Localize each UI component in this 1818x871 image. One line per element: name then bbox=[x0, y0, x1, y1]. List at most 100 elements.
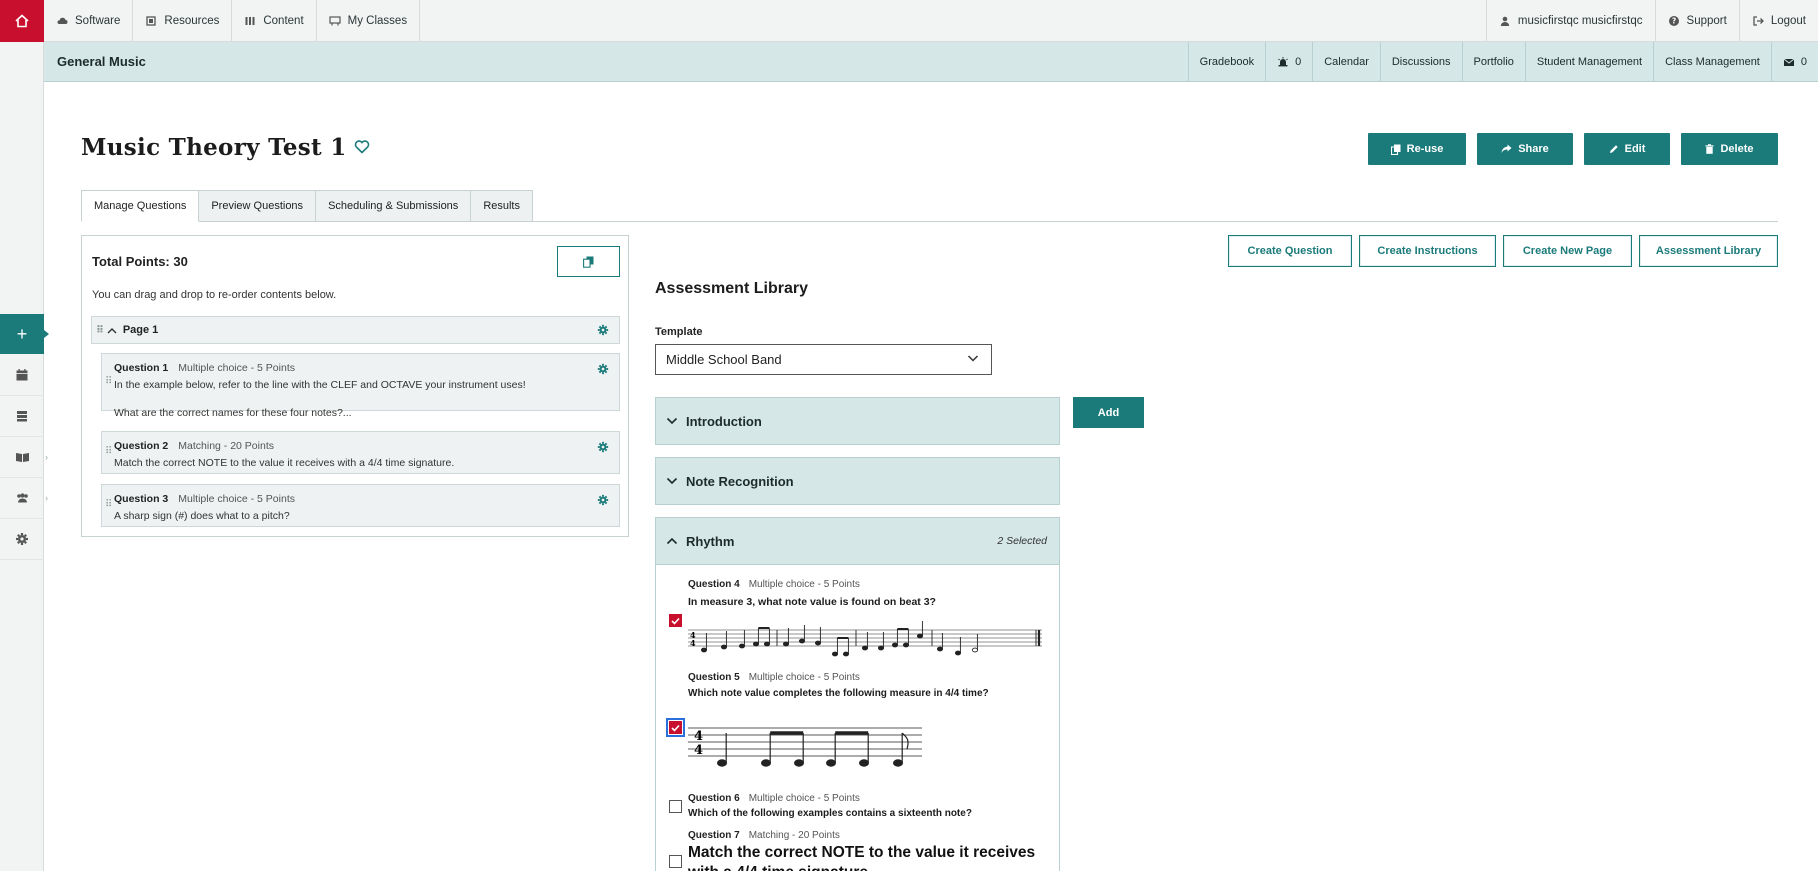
sidebar-library[interactable]: › bbox=[0, 437, 48, 478]
list-icon bbox=[17, 411, 27, 422]
chevron-up-icon[interactable] bbox=[107, 327, 117, 334]
heart-icon bbox=[354, 140, 370, 154]
question-6-checkbox[interactable] bbox=[669, 800, 682, 813]
classnav-gradebook-label: Gradebook bbox=[1199, 56, 1255, 68]
question-meta: Multiple choice - 5 Points bbox=[748, 672, 860, 683]
template-select[interactable]: Middle School Band bbox=[655, 344, 992, 375]
question-number: Question 5 bbox=[688, 672, 740, 683]
topnav-content[interactable]: Content bbox=[232, 0, 317, 42]
logout-label: Logout bbox=[1770, 15, 1806, 27]
section-introduction[interactable]: Introduction bbox=[655, 397, 1060, 445]
question-4-checkbox[interactable] bbox=[669, 614, 682, 627]
sidebar-add-button[interactable]: + bbox=[0, 314, 49, 354]
gear-icon[interactable] bbox=[597, 324, 609, 336]
classnav-calendar[interactable]: Calendar bbox=[1312, 42, 1380, 82]
question-header: Question 4 Multiple choice - 5 Points bbox=[688, 579, 860, 590]
add-button[interactable]: Add bbox=[1073, 397, 1144, 428]
sidebar-calendar[interactable] bbox=[0, 355, 44, 396]
tab-preview-questions[interactable]: Preview Questions bbox=[199, 190, 317, 222]
question-text-line: In the example below, refer to the line … bbox=[114, 379, 526, 391]
logout-icon bbox=[1753, 16, 1764, 26]
logout-link[interactable]: Logout bbox=[1738, 0, 1818, 42]
page-1-row[interactable]: ⠿ Page 1 bbox=[91, 316, 620, 344]
section-rhythm[interactable]: Rhythm 2 Selected bbox=[655, 517, 1060, 565]
classnav-class-management[interactable]: Class Management bbox=[1653, 42, 1771, 82]
classnav-messages[interactable]: 0 bbox=[1770, 42, 1818, 82]
share-button[interactable]: Share bbox=[1477, 133, 1573, 165]
topnav-resources[interactable]: Resources bbox=[133, 0, 233, 42]
selected-count: 2 Selected bbox=[997, 535, 1047, 547]
classnav-alerts[interactable]: 0 bbox=[1265, 42, 1312, 82]
checkmark-icon bbox=[671, 617, 680, 625]
classnav-discussions[interactable]: Discussions bbox=[1379, 42, 1462, 82]
tab-bar: Manage Questions Preview Questions Sched… bbox=[81, 190, 533, 222]
assessment-library-button[interactable]: Assessment Library bbox=[1639, 235, 1778, 267]
create-instructions-button[interactable]: Create Instructions bbox=[1359, 235, 1496, 267]
checkmark-icon bbox=[671, 724, 680, 732]
question-card[interactable]: ⠿ Question 1 Multiple choice - 5 Points I… bbox=[101, 353, 620, 419]
question-7-checkbox[interactable] bbox=[669, 855, 682, 868]
left-sidebar: + › › bbox=[0, 42, 49, 871]
create-question-button[interactable]: Create Question bbox=[1228, 235, 1352, 267]
drag-handle-icon[interactable]: ⠿ bbox=[105, 376, 112, 387]
classnav-discussions-label: Discussions bbox=[1391, 56, 1451, 68]
copy-button[interactable] bbox=[557, 246, 620, 277]
drag-handle-icon[interactable]: ⠿ bbox=[96, 325, 104, 336]
trash-icon bbox=[1705, 144, 1714, 154]
gear-icon[interactable] bbox=[597, 494, 609, 506]
question-header: Question 1 Multiple choice - 5 Points bbox=[114, 362, 295, 374]
classnav-calendar-label: Calendar bbox=[1324, 56, 1369, 68]
drag-handle-icon[interactable]: ⠿ bbox=[105, 446, 112, 457]
envelope-icon bbox=[1783, 58, 1795, 66]
support-link[interactable]: ? Support bbox=[1654, 0, 1739, 42]
topnav-my-classes[interactable]: My Classes bbox=[317, 0, 421, 42]
favorite-button[interactable] bbox=[354, 139, 370, 157]
section-note-recognition[interactable]: Note Recognition bbox=[655, 457, 1060, 505]
page-title: Music Theory Test 1 bbox=[81, 134, 347, 161]
drag-handle-icon[interactable]: ⠿ bbox=[105, 499, 112, 510]
classnav-messages-count: 0 bbox=[1800, 56, 1807, 68]
assessment-library-title: Assessment Library bbox=[655, 280, 808, 297]
alarm-icon bbox=[1278, 57, 1288, 67]
classnav-student-management[interactable]: Student Management bbox=[1524, 42, 1653, 82]
question-card[interactable]: ⠿ Question 2 Matching - 20 Points Match t… bbox=[101, 431, 620, 474]
classroom-icon bbox=[329, 16, 341, 26]
question-number: Question 3 bbox=[114, 493, 169, 505]
tab-manage-questions[interactable]: Manage Questions bbox=[81, 190, 200, 222]
pencil-icon bbox=[1609, 145, 1618, 153]
home-button[interactable] bbox=[0, 0, 44, 42]
calendar-icon bbox=[16, 369, 28, 381]
topnav-software-label: Software bbox=[75, 15, 121, 27]
sidebar-users[interactable]: › bbox=[0, 478, 48, 519]
page-1-label: Page 1 bbox=[122, 324, 159, 336]
gear-icon[interactable] bbox=[597, 441, 609, 453]
classnav-portfolio[interactable]: Portfolio bbox=[1461, 42, 1525, 82]
resources-icon bbox=[146, 16, 157, 26]
top-navbar: Software Resources Content My Classes mu… bbox=[0, 0, 1818, 42]
reuse-button[interactable]: Re-use bbox=[1368, 133, 1466, 165]
create-new-page-button[interactable]: Create New Page bbox=[1503, 235, 1632, 267]
gear-icon[interactable] bbox=[597, 363, 609, 375]
edit-button[interactable]: Edit bbox=[1584, 133, 1670, 165]
question-meta: Multiple choice - 5 Points bbox=[748, 793, 860, 804]
chevron-right-icon: › bbox=[45, 493, 48, 503]
question-5-checkbox[interactable] bbox=[666, 718, 685, 737]
topnav-my-classes-label: My Classes bbox=[347, 15, 408, 27]
question-text-line: What are the correct names for these fou… bbox=[114, 407, 352, 419]
topnav-software[interactable]: Software bbox=[44, 0, 134, 42]
user-menu[interactable]: musicfirstqc musicfirstqc bbox=[1485, 0, 1655, 42]
section-note-recognition-label: Note Recognition bbox=[686, 473, 794, 489]
classnav-gradebook[interactable]: Gradebook bbox=[1187, 42, 1265, 82]
sidebar-settings[interactable] bbox=[0, 519, 44, 560]
question-header: Question 3 Multiple choice - 5 Points bbox=[114, 493, 295, 505]
share-label: Share bbox=[1518, 143, 1549, 155]
tab-scheduling-submissions[interactable]: Scheduling & Submissions bbox=[316, 190, 472, 222]
question-meta: Multiple choice - 5 Points bbox=[748, 579, 860, 590]
sidebar-list[interactable] bbox=[0, 396, 44, 437]
question-card[interactable]: ⠿ Question 3 Multiple choice - 5 Points A… bbox=[101, 484, 620, 527]
tab-results[interactable]: Results bbox=[471, 190, 533, 222]
users-icon bbox=[16, 493, 28, 503]
delete-button[interactable]: Delete bbox=[1681, 133, 1778, 165]
classnav-student-management-label: Student Management bbox=[1536, 56, 1643, 68]
drag-drop-hint: You can drag and drop to re-order conten… bbox=[92, 289, 337, 301]
